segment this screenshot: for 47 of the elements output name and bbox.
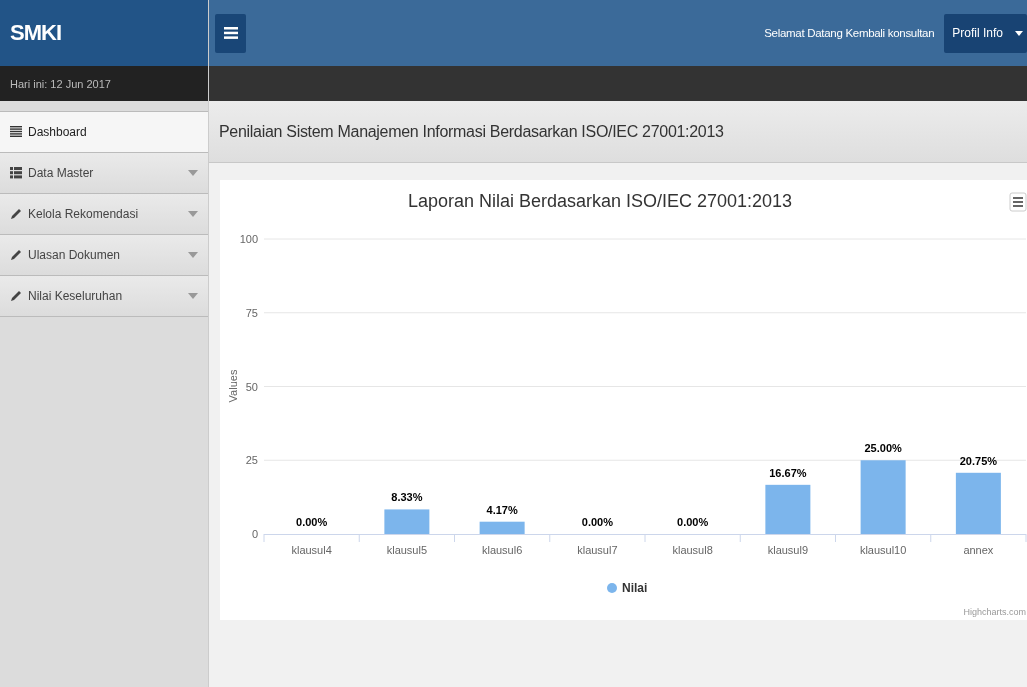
- data-label: 0.00%: [296, 516, 328, 528]
- axis-tick-label: 0: [251, 528, 258, 540]
- sidebar-item[interactable]: Ulasan Dokumen: [0, 235, 208, 276]
- caret-icon: [1015, 30, 1023, 36]
- axis-tick-label: 50: [245, 380, 258, 393]
- pencil-icon: [10, 249, 22, 261]
- page-title: Penilaian Sistem Manajemen Informasi Berdasarkan ISO/IEC 27001:2013: [219, 122, 724, 141]
- axis-tick-label: klausul4: [291, 544, 332, 556]
- chart-bar: [479, 521, 525, 534]
- menu-icon: [223, 27, 238, 39]
- sidebar-item[interactable]: Data Master: [0, 153, 208, 194]
- sidebar-item[interactable]: Kelola Rekomendasi: [0, 194, 208, 235]
- chart-bar: [955, 472, 1001, 534]
- axis-tick-label: klausul5: [386, 544, 428, 556]
- menu-button[interactable]: [215, 13, 246, 53]
- axis-tick-label: klausul6: [481, 544, 523, 556]
- sidebar-item[interactable]: Nilai Keseluruhan: [0, 276, 208, 317]
- legend-item[interactable]: Nilai: [622, 581, 648, 595]
- axis-tick-label: 25: [245, 454, 258, 467]
- pencil-icon: [10, 208, 22, 220]
- data-label: 25.00%: [864, 442, 902, 455]
- pencil-icon: [10, 290, 22, 302]
- axis-tick-label: 75: [245, 306, 258, 319]
- axis-tick-label: klausul7: [577, 544, 618, 556]
- list-icon: [10, 167, 22, 179]
- sidebar-item[interactable]: Dashboard: [0, 112, 208, 153]
- axis-tick-label: annex: [963, 544, 994, 556]
- app-logo[interactable]: SMKI: [0, 0, 208, 66]
- data-label: 16.67%: [769, 466, 807, 479]
- axis-tick-label: 100: [239, 233, 258, 245]
- axis-tick-label: klausul10: [859, 544, 907, 556]
- data-label: 0.00%: [581, 516, 613, 528]
- data-label: 0.00%: [677, 516, 709, 528]
- date-text: Hari ini: 12 Jun 2017: [0, 66, 208, 101]
- chart-bar: [765, 484, 811, 534]
- data-label: 20.75%: [959, 454, 998, 467]
- axis-tick-label: klausul9: [767, 544, 809, 556]
- data-label: 8.33%: [391, 491, 423, 504]
- list-icon: [10, 126, 22, 138]
- axis-title: Values: [227, 369, 239, 403]
- axis-tick-label: klausul8: [672, 544, 713, 556]
- data-label: 4.17%: [486, 503, 518, 516]
- welcome-text: Selamat Datang Kembali konsultan: [764, 27, 935, 39]
- profile-dropdown[interactable]: Profil Info: [944, 13, 1027, 53]
- chart-title: Laporan Nilai Berdasarkan ISO/IEC 27001:2013: [407, 191, 793, 211]
- chart-menu-icon[interactable]: [1009, 192, 1027, 212]
- chart-bar: [384, 509, 430, 534]
